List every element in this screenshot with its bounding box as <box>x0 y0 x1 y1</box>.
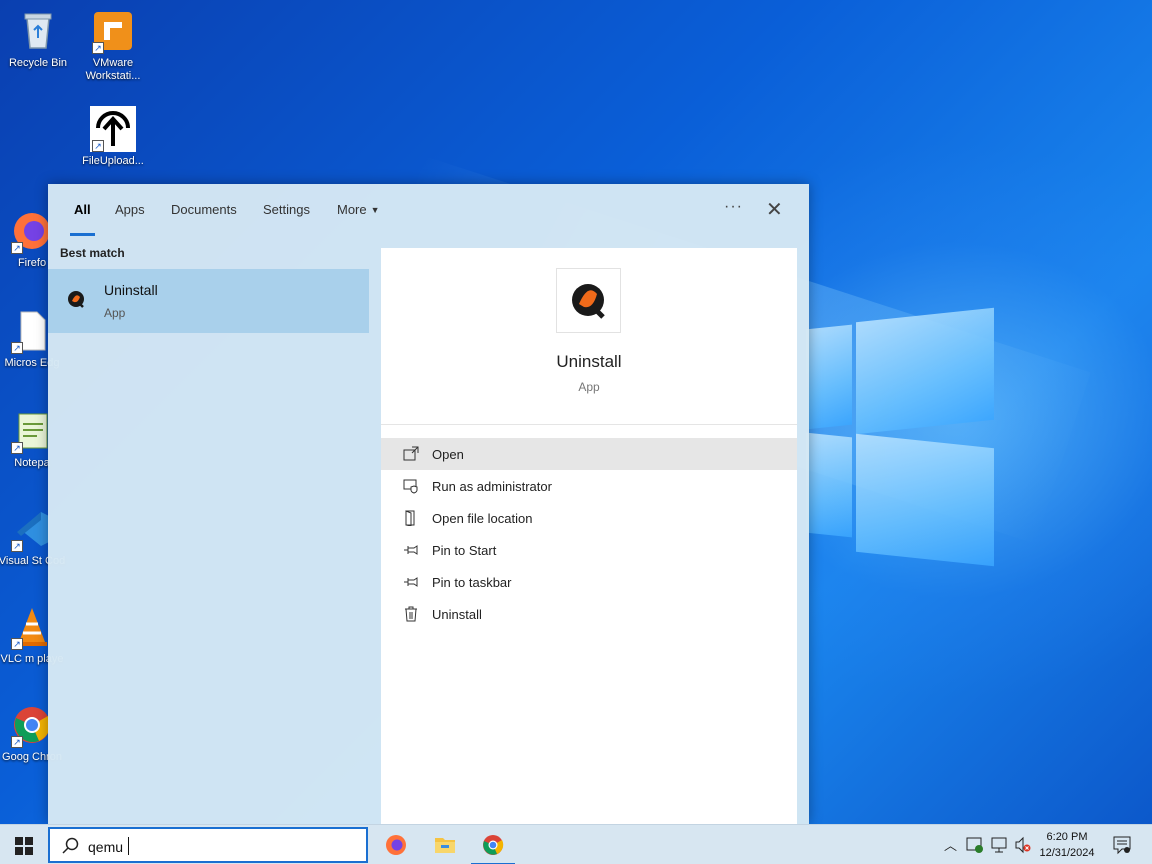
search-query: qemu <box>88 839 124 855</box>
qemu-app-icon <box>556 268 621 333</box>
action-open-label: Open <box>432 447 464 462</box>
clock-date: 12/31/2024 <box>1039 847 1095 859</box>
search-panel: All Apps Documents Settings More ▼ ··· ✕ … <box>48 184 809 824</box>
tab-all[interactable]: All <box>70 202 95 236</box>
taskbar: qemu ︿ 6:20 PM 12/31/2024 <box>0 824 1152 864</box>
more-options-icon[interactable]: ··· <box>724 198 743 216</box>
tab-documents[interactable]: Documents <box>171 202 237 236</box>
desktop-icon-fileupload[interactable]: ↗ FileUpload... <box>73 106 153 168</box>
folder-icon <box>435 838 455 853</box>
action-pin-to-start[interactable]: Pin to Start <box>381 534 797 566</box>
taskbar-firefox[interactable] <box>384 833 408 857</box>
open-icon <box>403 446 419 462</box>
taskbar-chrome[interactable] <box>471 833 515 864</box>
windows-logo-wallpaper <box>806 305 996 567</box>
tab-settings[interactable]: Settings <box>263 202 310 236</box>
notifications-icon[interactable] <box>1112 835 1132 858</box>
shortcut-arrow-icon: ↗ <box>11 242 23 254</box>
action-open-file-location-label: Open file location <box>432 511 533 526</box>
divider <box>381 424 797 425</box>
shortcut-arrow-icon: ↗ <box>92 140 104 152</box>
taskbar-search-input[interactable]: qemu <box>48 827 368 863</box>
desktop-icon-vmware[interactable]: ↗ VMware Workstati... <box>73 8 153 83</box>
tab-apps[interactable]: Apps <box>115 202 145 236</box>
search-icon <box>62 837 80 860</box>
tab-more[interactable]: More ▼ <box>337 202 380 236</box>
best-match-title: Uninstall <box>104 282 158 298</box>
clock-time: 6:20 PM <box>1046 831 1088 843</box>
taskbar-file-explorer[interactable] <box>433 833 457 857</box>
shortcut-arrow-icon: ↗ <box>11 342 23 354</box>
taskbar-clock[interactable]: 6:20 PM 12/31/2024 <box>1036 829 1098 861</box>
action-open-file-location[interactable]: Open file location <box>381 502 797 534</box>
chevron-up-icon[interactable]: ︿ <box>944 835 957 854</box>
detail-pane: Uninstall App Open Run as administrator … <box>381 248 797 824</box>
best-match-result[interactable]: Uninstall App <box>48 269 369 333</box>
text-caret <box>128 837 129 855</box>
best-match-subtitle: App <box>104 306 126 320</box>
shortcut-arrow-icon: ↗ <box>11 638 23 650</box>
qemu-app-icon <box>66 289 86 314</box>
search-tabs: All Apps Documents Settings More ▼ ··· ✕ <box>48 184 809 236</box>
upload-arrow-icon: ↗ <box>90 106 136 152</box>
firefox-icon <box>386 835 406 855</box>
pin-icon <box>403 574 419 590</box>
chrome-icon <box>483 835 504 855</box>
action-run-as-administrator-label: Run as administrator <box>432 479 552 494</box>
detail-app-name: Uninstall <box>556 352 622 371</box>
shortcut-arrow-icon: ↗ <box>11 442 23 454</box>
caret-down-icon: ▼ <box>370 205 380 215</box>
pin-icon <box>403 542 419 558</box>
folder-icon <box>403 510 419 527</box>
best-match-heading: Best match <box>60 246 125 260</box>
tab-more-label: More <box>337 202 367 217</box>
trash-icon <box>403 606 419 622</box>
shortcut-arrow-icon: ↗ <box>92 42 104 54</box>
shield-icon <box>403 478 419 494</box>
start-windows-icon[interactable] <box>15 837 33 860</box>
recycle-bin-icon <box>15 8 61 54</box>
shortcut-arrow-icon: ↗ <box>11 540 23 552</box>
close-icon[interactable]: ✕ <box>766 197 783 222</box>
action-uninstall-label: Uninstall <box>432 607 482 622</box>
action-uninstall[interactable]: Uninstall <box>381 598 797 630</box>
shortcut-arrow-icon: ↗ <box>11 736 23 748</box>
action-pin-to-taskbar[interactable]: Pin to taskbar <box>381 566 797 598</box>
action-pin-to-taskbar-label: Pin to taskbar <box>432 575 512 590</box>
desktop-icon-recycle-bin[interactable]: Recycle Bin <box>0 8 78 70</box>
security-icon[interactable] <box>966 836 984 857</box>
vmware-icon: ↗ <box>90 8 136 54</box>
network-icon[interactable] <box>990 836 1008 857</box>
action-pin-to-start-label: Pin to Start <box>432 543 497 558</box>
action-run-as-administrator[interactable]: Run as administrator <box>381 470 797 502</box>
action-open[interactable]: Open <box>381 438 797 470</box>
detail-app-type: App <box>578 380 600 394</box>
volume-muted-icon[interactable] <box>1014 836 1032 857</box>
